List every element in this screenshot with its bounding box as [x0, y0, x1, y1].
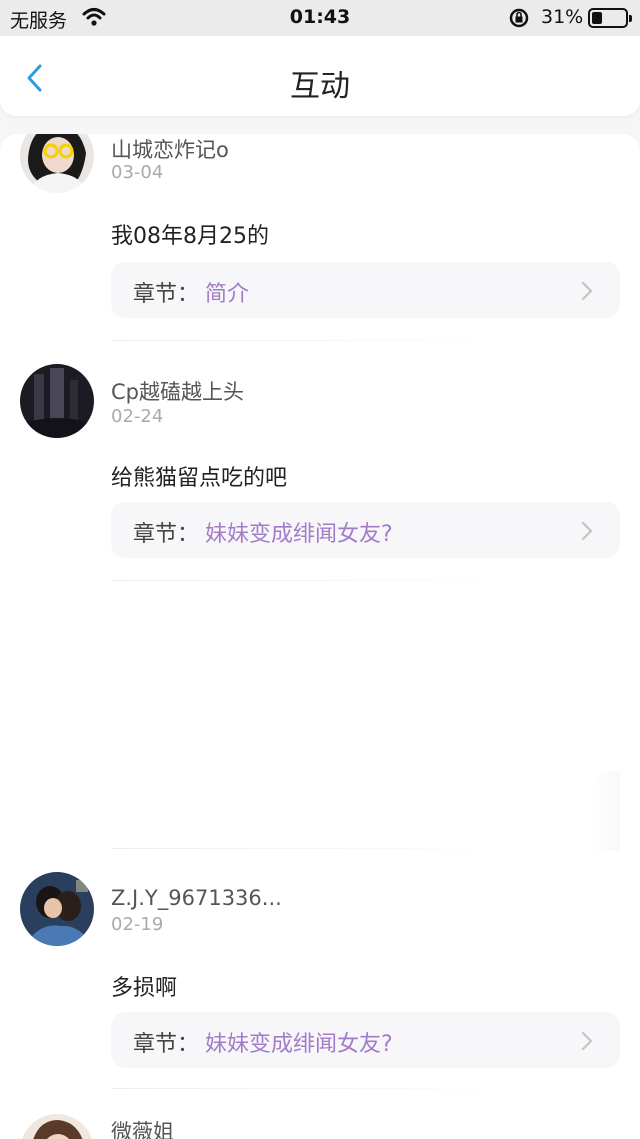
battery-icon — [588, 8, 632, 28]
comment-item: 山城恋炸记o 03-04 我08年8月25的 章节： 简介 — [0, 134, 640, 344]
blank-area — [0, 581, 640, 851]
chapter-label: 章节： — [133, 522, 200, 547]
avatar[interactable] — [20, 364, 94, 438]
divider — [111, 848, 531, 849]
avatar[interactable] — [20, 872, 94, 946]
username[interactable]: 山城恋炸记o — [111, 134, 229, 164]
battery-percent: 31% — [541, 6, 584, 28]
avatar[interactable] — [20, 1114, 94, 1139]
chevron-right-icon — [581, 1031, 593, 1051]
comment-date: 02-19 — [111, 914, 164, 935]
chapter-name: 妹妹变成绯闻女友? — [205, 1032, 393, 1057]
chevron-right-icon — [581, 281, 593, 301]
username[interactable]: Cp越磕越上头 — [111, 376, 244, 406]
chapter-label: 章节： — [133, 1032, 200, 1057]
chapter-link[interactable]: 章节： 妹妹变成绯闻女友? — [111, 1012, 620, 1068]
status-bar: 无服务 01:43 31% — [0, 0, 640, 36]
divider — [111, 1088, 531, 1089]
nav-bar: 互动 — [0, 36, 640, 116]
chapter-name: 简介 — [205, 282, 250, 307]
chapter-link[interactable]: 章节： 简介 — [111, 262, 620, 318]
comment-date: 03-04 — [111, 162, 164, 183]
comment-date: 02-24 — [111, 406, 164, 427]
divider — [111, 340, 531, 341]
chapter-label: 章节： — [133, 282, 200, 307]
chapter-link[interactable]: 章节： 妹妹变成绯闻女友? — [111, 502, 620, 558]
comment-item: 微薇姐 — [0, 1100, 640, 1139]
comment-item: Z.J.Y_9671336... 02-19 多损啊 章节： 妹妹变成绯闻女友? — [0, 860, 640, 1100]
comment-text: 我08年8月25的 — [111, 224, 269, 249]
page-title: 互动 — [290, 69, 350, 104]
battery-fill — [592, 12, 602, 24]
comment-list: 山城恋炸记o 03-04 我08年8月25的 章节： 简介 Cp越磕越上头 02… — [0, 134, 640, 1139]
comment-item: Cp越磕越上头 02-24 给熊猫留点吃的吧 章节： 妹妹变成绯闻女友? — [0, 350, 640, 590]
username[interactable]: 微薇姐 — [111, 1116, 174, 1139]
chapter-name: 妹妹变成绯闻女友? — [205, 522, 393, 547]
shade — [590, 771, 620, 851]
username[interactable]: Z.J.Y_9671336... — [111, 886, 282, 910]
comment-text: 给熊猫留点吃的吧 — [111, 466, 288, 491]
avatar[interactable] — [20, 134, 94, 193]
rotation-lock-icon — [508, 7, 530, 34]
comment-text: 多损啊 — [111, 976, 178, 1001]
chevron-right-icon — [581, 521, 593, 541]
